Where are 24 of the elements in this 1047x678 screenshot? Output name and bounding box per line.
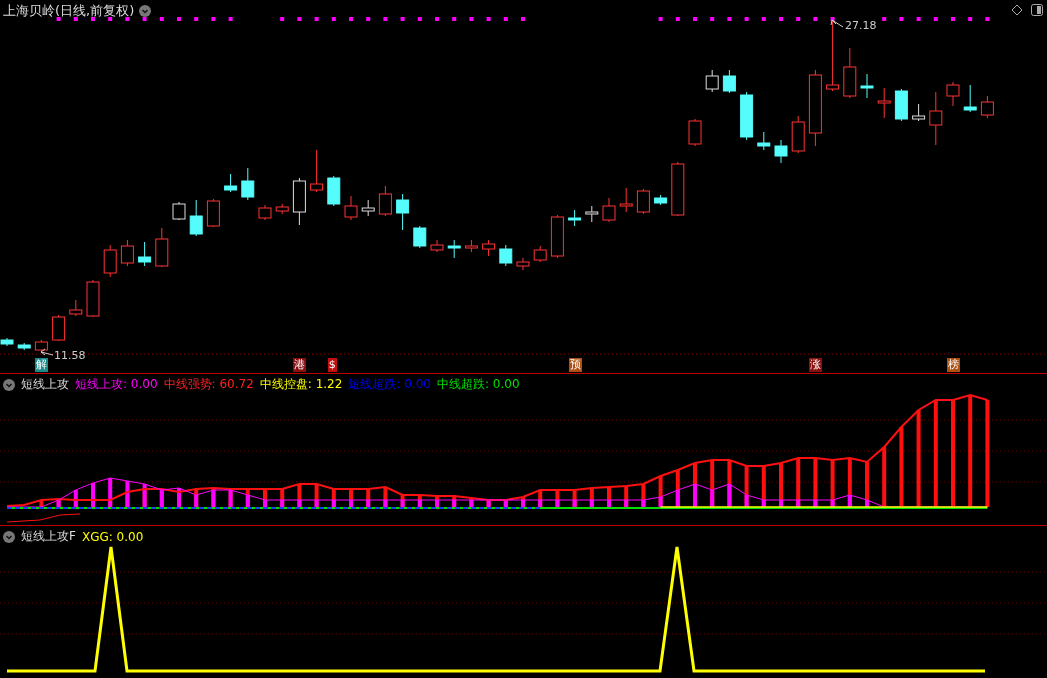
diamond-icon[interactable] <box>1011 4 1023 16</box>
indicator-name: 短线上攻 <box>21 376 69 393</box>
dropdown-icon[interactable] <box>3 378 15 391</box>
signal-badge: 解 <box>35 358 49 372</box>
indicator-value: 短线超跌: 0.00 <box>348 376 431 393</box>
indicator-name: 短线上攻F <box>21 528 76 545</box>
pointer-arrow <box>830 19 844 28</box>
pointer-arrow <box>40 348 54 356</box>
signal-badge: 涨 <box>809 358 823 372</box>
dropdown-icon[interactable] <box>139 5 152 17</box>
dropdown-icon[interactable] <box>3 530 15 543</box>
signal-badge: 港 <box>293 358 307 372</box>
price-label: 11.58 <box>54 349 86 362</box>
indicator-value: 中线强势: 60.72 <box>163 376 254 393</box>
signal-badge: 预 <box>568 358 582 372</box>
chart-title: 上海贝岭(日线,前复权) <box>3 2 135 20</box>
signal-badge: 榜 <box>947 358 960 372</box>
price-label: 27.18 <box>845 19 877 32</box>
panel-toggle-icon[interactable] <box>1031 4 1043 16</box>
indicator-value: 短线上攻: 0.00 <box>75 376 158 393</box>
indicator-value: 中线控盘: 1.22 <box>259 376 343 393</box>
signal-badge: $ <box>327 358 337 372</box>
indicator-value: 中线超跌: 0.00 <box>436 376 520 393</box>
indicator-value: XGG: 0.00 <box>81 529 144 544</box>
